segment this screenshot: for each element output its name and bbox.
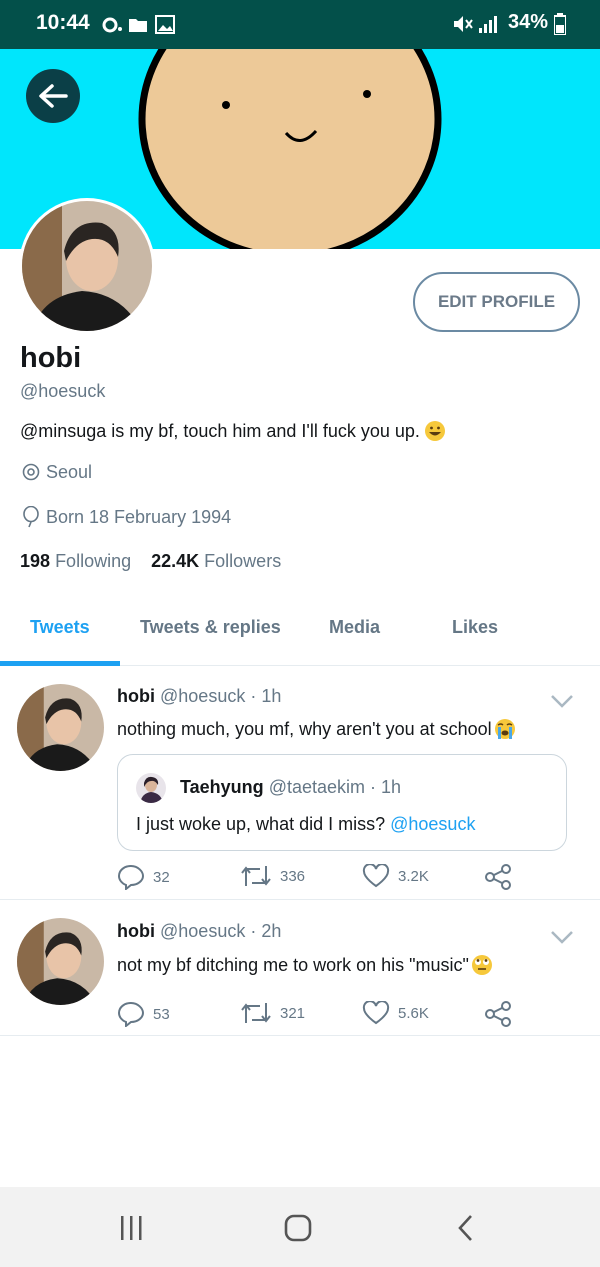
avatar-photo xyxy=(136,773,166,803)
followers-stat[interactable]: 22.4K Followers xyxy=(151,551,281,572)
heart-icon xyxy=(362,1001,390,1025)
status-time: 10:44 xyxy=(36,11,90,34)
system-nav-bar xyxy=(0,1187,600,1267)
avatar-photo xyxy=(17,684,104,771)
quoted-header: Taehyung @taetaekim · 1h xyxy=(180,777,401,798)
crying-emoji-icon xyxy=(494,719,515,739)
tab-tweets-replies[interactable]: Tweets & replies xyxy=(140,617,281,638)
active-tab-indicator xyxy=(0,661,120,666)
reply-icon xyxy=(117,1001,145,1027)
battery-percent: 34% xyxy=(507,11,548,33)
following-stat[interactable]: 198 Following xyxy=(20,551,131,572)
tweet-avatar[interactable] xyxy=(17,684,104,771)
follow-stats: 198 Following 22.4K Followers xyxy=(20,551,281,572)
share-icon xyxy=(485,1001,511,1027)
quoted-tweet[interactable]: Taehyung @taetaekim · 1h I just woke up,… xyxy=(117,754,567,851)
reply-count: 53 xyxy=(153,1005,170,1023)
tweet-actions: 32 336 3.2K xyxy=(117,864,517,894)
birthday-text: Born 18 February 1994 xyxy=(46,506,232,527)
tab-likes[interactable]: Likes xyxy=(452,617,498,638)
tweet-header: hobi @hoesuck · 1h xyxy=(117,686,281,707)
status-bar: 10:44 34% xyxy=(0,0,600,49)
following-count: 198 xyxy=(20,551,51,571)
tweet-item[interactable]: hobi @hoesuck · 2h not my bf ditching me… xyxy=(0,901,600,1036)
back-button[interactable] xyxy=(26,69,80,123)
avatar-photo xyxy=(22,201,152,331)
quoted-author-name[interactable]: Taehyung xyxy=(180,777,264,797)
balloon-icon xyxy=(23,506,39,528)
location-pin-icon xyxy=(22,463,40,480)
reply-count: 32 xyxy=(153,868,170,886)
chevron-down-icon[interactable] xyxy=(550,694,574,708)
like-button[interactable]: 3.2K xyxy=(362,864,429,888)
quoted-handle-time: @taetaekim · 1h xyxy=(268,777,402,797)
recents-icon xyxy=(121,1216,142,1240)
birthday-row: Born 18 February 1994 xyxy=(22,506,231,528)
signal-icon xyxy=(479,16,497,33)
gallery-icon xyxy=(155,15,175,34)
chevron-left-icon xyxy=(458,1215,472,1241)
retweet-button[interactable]: 336 xyxy=(240,864,305,888)
tweet-text: nothing much, you mf, why aren't you at … xyxy=(117,718,516,740)
following-label: Following xyxy=(55,551,132,571)
reply-button[interactable]: 32 xyxy=(117,864,170,890)
profile-avatar[interactable] xyxy=(19,198,155,334)
share-icon xyxy=(485,864,511,890)
avatar-photo xyxy=(17,918,104,1005)
reply-icon xyxy=(117,864,145,890)
arrow-left-icon xyxy=(39,84,68,108)
reply-button[interactable]: 53 xyxy=(117,1001,170,1027)
quoted-text: I just woke up, what did I miss? @hoesuc… xyxy=(136,814,475,835)
followers-label: Followers xyxy=(204,551,282,571)
profile-name: hobi xyxy=(20,342,82,374)
tweet-avatar[interactable] xyxy=(17,918,104,1005)
heart-icon xyxy=(362,864,390,888)
eye-roll-emoji-icon xyxy=(471,955,492,975)
like-button[interactable]: 5.6K xyxy=(362,1001,429,1025)
retweet-icon xyxy=(241,866,271,886)
tweet-body: nothing much, you mf, why aren't you at … xyxy=(117,718,492,739)
quoted-avatar[interactable] xyxy=(136,773,166,803)
back-nav-button[interactable] xyxy=(446,1211,486,1245)
share-button[interactable] xyxy=(484,1001,512,1027)
battery-icon xyxy=(554,13,566,35)
edit-profile-button[interactable]: EDIT PROFILE xyxy=(413,272,580,332)
tweet-text: not my bf ditching me to work on his "mu… xyxy=(117,954,493,976)
folder-icon xyxy=(129,19,147,32)
retweet-count: 321 xyxy=(280,1004,306,1022)
retweet-count: 336 xyxy=(280,867,306,885)
mention-link[interactable]: @hoesuck xyxy=(390,814,475,834)
tweet-author-name[interactable]: hobi xyxy=(117,686,155,706)
share-button[interactable] xyxy=(484,864,512,890)
recents-button[interactable] xyxy=(111,1211,151,1245)
profile-handle: @hoesuck xyxy=(20,381,106,401)
quoted-body: I just woke up, what did I miss? xyxy=(136,814,386,834)
home-icon xyxy=(284,1214,312,1242)
tweet-actions: 53 321 5.6K xyxy=(117,1001,517,1031)
tweet-handle-time: @hoesuck · 1h xyxy=(160,686,282,706)
followers-count: 22.4K xyxy=(151,551,200,571)
tweet-header: hobi @hoesuck · 2h xyxy=(117,921,281,942)
retweet-icon xyxy=(241,1003,271,1023)
location-row: Seoul xyxy=(22,462,92,483)
chevron-down-icon[interactable] xyxy=(550,930,574,944)
tweet-author-name[interactable]: hobi xyxy=(117,921,155,941)
tab-tweets[interactable]: Tweets xyxy=(30,617,90,638)
profile-tabs: Tweets Tweets & replies Media Likes xyxy=(0,600,600,666)
like-count: 3.2K xyxy=(398,867,429,885)
profile-bio: @minsuga is my bf, touch him and I'll fu… xyxy=(20,420,446,442)
whatsapp-icon xyxy=(102,17,122,33)
tweet-body: not my bf ditching me to work on his "mu… xyxy=(117,954,469,975)
tweet-handle-time: @hoesuck · 2h xyxy=(160,921,282,941)
tab-media[interactable]: Media xyxy=(329,617,380,638)
location-text: Seoul xyxy=(46,462,93,482)
home-button[interactable] xyxy=(278,1211,318,1245)
retweet-button[interactable]: 321 xyxy=(240,1001,305,1025)
bio-text: @minsuga is my bf, touch him and I'll fu… xyxy=(20,420,420,441)
grinning-emoji-icon xyxy=(424,421,445,441)
mute-icon xyxy=(454,16,473,32)
like-count: 5.6K xyxy=(398,1004,429,1022)
